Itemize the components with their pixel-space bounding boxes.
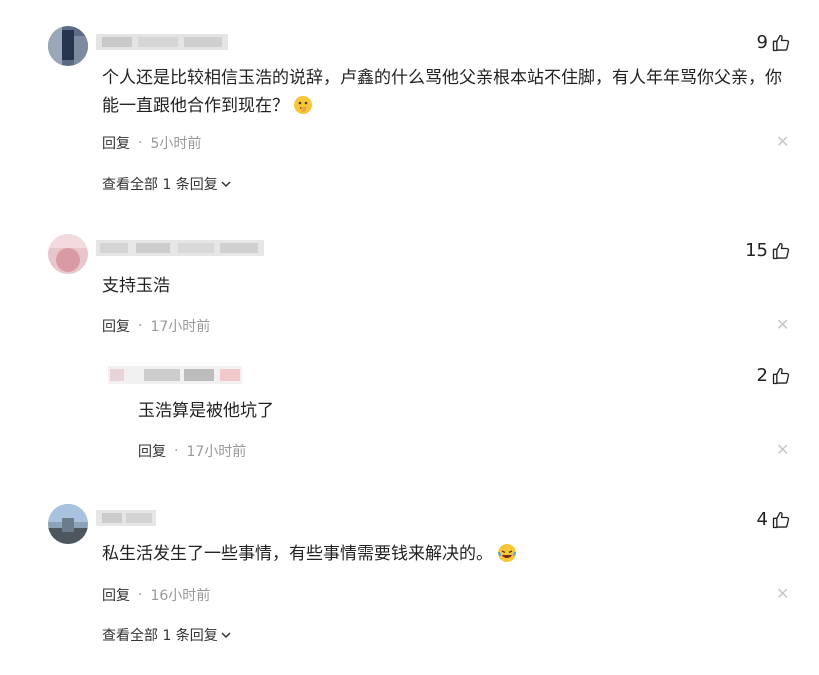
- comment-text: 个人还是比较相信玉浩的说辞，卢鑫的什么骂他父亲根本站不住脚，有人年年骂你父亲，你…: [102, 64, 792, 124]
- chevron-down-icon: [221, 632, 231, 639]
- like-button[interactable]: 9: [757, 32, 791, 53]
- comment-text: 玉浩算是被他坑了: [138, 401, 274, 421]
- separator-dot: ·: [138, 587, 143, 603]
- separator-dot: ·: [138, 135, 143, 151]
- like-button[interactable]: 4: [757, 509, 791, 530]
- comment-text: 私生活发生了一些事情，有些事情需要钱来解决的。: [102, 540, 517, 572]
- like-button[interactable]: 2: [757, 365, 791, 386]
- username-blurred[interactable]: [96, 510, 156, 526]
- timestamp: 17小时前: [186, 444, 247, 460]
- reply-button[interactable]: 回复: [102, 585, 130, 605]
- thumbs-up-icon: [772, 34, 790, 51]
- thumbs-up-icon: [772, 511, 790, 528]
- comment-meta: 回复 · 17小时前: [102, 316, 210, 336]
- like-count: 2: [756, 365, 768, 386]
- reply-button[interactable]: 回复: [102, 133, 130, 153]
- username-blurred[interactable]: [96, 240, 264, 256]
- close-icon[interactable]: ✕: [776, 134, 789, 150]
- thumbs-up-icon: [772, 367, 790, 384]
- comment-meta: 回复 · 17小时前: [138, 441, 246, 461]
- comment-meta: 回复 · 5小时前: [102, 133, 201, 153]
- close-icon[interactable]: ✕: [776, 317, 789, 333]
- avatar[interactable]: [48, 26, 88, 66]
- view-replies-button[interactable]: 查看全部 1 条回复: [102, 625, 232, 645]
- timestamp: 17小时前: [150, 319, 211, 335]
- like-count: 9: [756, 32, 768, 53]
- close-icon[interactable]: ✕: [776, 586, 789, 602]
- timestamp: 16小时前: [150, 588, 211, 604]
- reply-button[interactable]: 回复: [138, 441, 166, 461]
- chevron-down-icon: [221, 181, 231, 188]
- avatar[interactable]: [48, 504, 88, 544]
- view-replies-button[interactable]: 查看全部 1 条回复: [102, 174, 232, 194]
- separator-dot: ·: [174, 443, 179, 459]
- close-icon[interactable]: ✕: [776, 442, 789, 458]
- comment-text: 支持玉浩: [102, 276, 170, 296]
- thumbs-up-icon: [772, 242, 790, 259]
- timestamp: 5小时前: [150, 136, 202, 152]
- like-count: 4: [756, 509, 768, 530]
- laughing-crying-face-icon: [497, 543, 517, 572]
- reply-button[interactable]: 回复: [102, 316, 130, 336]
- separator-dot: ·: [138, 318, 143, 334]
- username-blurred[interactable]: [108, 366, 242, 384]
- username-blurred[interactable]: [96, 34, 228, 50]
- like-button[interactable]: 15: [745, 240, 791, 261]
- thinking-face-icon: [293, 95, 313, 124]
- avatar[interactable]: [48, 234, 88, 274]
- comment-meta: 回复 · 16小时前: [102, 585, 210, 605]
- like-count: 15: [745, 240, 768, 261]
